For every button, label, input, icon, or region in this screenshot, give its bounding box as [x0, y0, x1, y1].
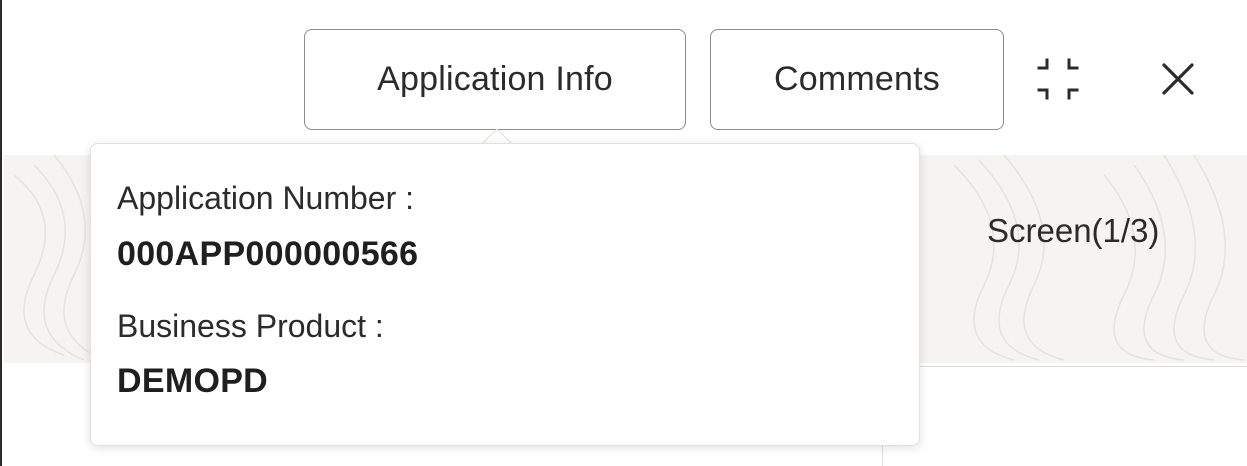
- application-number-value: 000APP000000566: [117, 235, 419, 273]
- collapse-icon[interactable]: [1030, 50, 1086, 108]
- collapse-icon-glyph: [1037, 58, 1079, 100]
- close-icon[interactable]: [1150, 50, 1206, 108]
- application-info-button[interactable]: Application Info: [304, 29, 686, 130]
- app-window: Application Info Comments Screen(1/3) Ap…: [0, 0, 1247, 466]
- business-product-label: Business Product :: [117, 308, 384, 344]
- content-card: [882, 366, 1247, 466]
- application-info-label: Application Info: [377, 60, 613, 98]
- business-product-value: DEMOPD: [117, 362, 269, 400]
- comments-label: Comments: [774, 60, 940, 98]
- popover-arrow: [482, 128, 512, 144]
- application-info-popover: Application Number : 000APP000000566 Bus…: [90, 143, 920, 446]
- screen-counter: Screen(1/3): [987, 212, 1160, 249]
- comments-button[interactable]: Comments: [710, 29, 1004, 130]
- application-number-label: Application Number :: [117, 180, 415, 216]
- close-icon-glyph: [1162, 63, 1194, 95]
